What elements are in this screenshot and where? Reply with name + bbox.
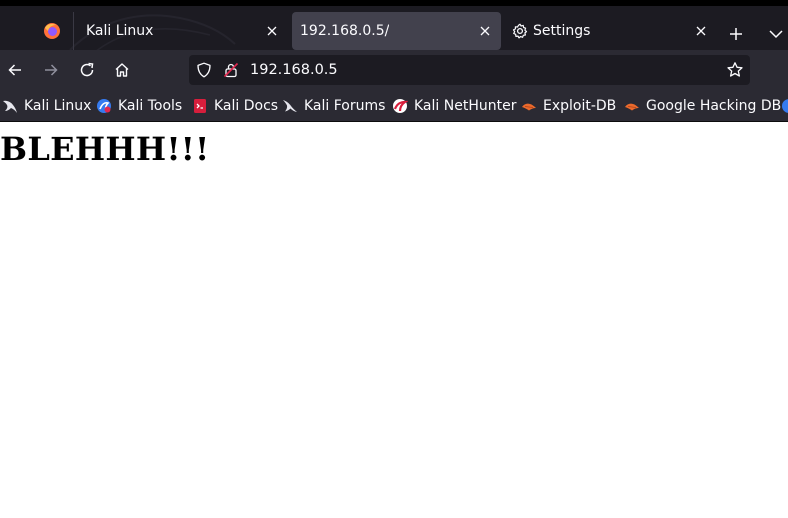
bookmark-kali-tools[interactable]: Kali Tools [96,95,182,117]
exploit-db-icon [521,98,537,114]
tab-strip: Kali Linux 192.168.0.5/ Settings [0,0,788,56]
tab-title: 192.168.0.5/ [300,23,390,39]
bookmark-kali-nethunter[interactable]: Kali NetHunter [392,95,516,117]
navigation-toolbar: 192.168.0.5 [0,50,788,90]
page-content: BLEHHH!!! [0,122,788,518]
bookmark-kali-linux[interactable]: Kali Linux [2,95,91,117]
forward-arrow-icon [45,64,58,76]
close-tab-button[interactable] [475,21,495,41]
address-bar[interactable]: 192.168.0.5 [189,55,750,85]
plus-icon [730,28,742,40]
reload-button[interactable] [72,54,102,86]
close-tab-button[interactable] [691,21,711,41]
close-icon [480,26,490,36]
kali-forums-icon [282,98,298,114]
list-all-tabs-button[interactable] [764,20,788,48]
home-icon [115,63,129,77]
bookmarks-toolbar: Kali Linux Kali Tools Kali Docs Kali For… [0,90,788,121]
page-heading: BLEHHH!!! [0,130,210,168]
tab-title: Kali Linux [86,23,154,39]
tab-title: Settings [533,23,591,39]
nethunter-icon [392,98,408,114]
bookmark-kali-docs[interactable]: Kali Docs [192,95,278,117]
close-tab-button[interactable] [262,21,282,41]
firefox-view-button[interactable] [30,12,74,50]
bookmark-label: Kali Forums [304,98,386,114]
kali-dragon-icon [2,98,18,114]
shield-icon [197,62,211,78]
close-icon [267,26,277,36]
bookmark-label: Kali Linux [24,98,92,114]
star-icon [727,62,743,77]
tab-separator [73,12,74,50]
bookmark-page-button[interactable] [726,61,744,83]
tab-settings[interactable]: Settings [505,12,717,50]
tracking-protection-button[interactable] [196,62,212,82]
bookmark-google-hacking-db[interactable]: Google Hacking DB [624,95,781,117]
bookmark-label: Exploit-DB [543,98,617,114]
bookmark-label: Kali Docs [214,98,279,114]
tab-active-192-168-0-5[interactable]: 192.168.0.5/ [292,12,501,50]
forward-button[interactable] [36,54,66,86]
back-button[interactable] [0,54,30,86]
kali-docs-icon [192,98,208,114]
tab-kali-linux[interactable]: Kali Linux [76,12,288,50]
chevron-down-icon [769,30,783,39]
firefox-icon [44,23,60,39]
url-text[interactable]: 192.168.0.5 [250,60,338,80]
close-icon [696,26,706,36]
gear-icon [512,23,528,39]
bookmark-overflow[interactable] [781,95,788,117]
reload-icon [80,62,94,77]
new-tab-button[interactable] [722,20,750,48]
bookmark-label: Kali NetHunter [414,98,517,114]
bookmark-kali-forums[interactable]: Kali Forums [282,95,385,117]
site-info-button[interactable] [223,62,239,82]
ghdb-icon [624,98,640,114]
bookmark-label: Kali Tools [118,98,183,114]
back-arrow-icon [8,64,21,76]
bookmark-label: Google Hacking DB [646,98,782,114]
kali-tools-icon [96,98,112,114]
globe-icon [781,98,788,114]
home-button[interactable] [107,54,137,86]
bookmark-exploit-db[interactable]: Exploit-DB [521,95,616,117]
insecure-lock-icon [223,62,239,78]
